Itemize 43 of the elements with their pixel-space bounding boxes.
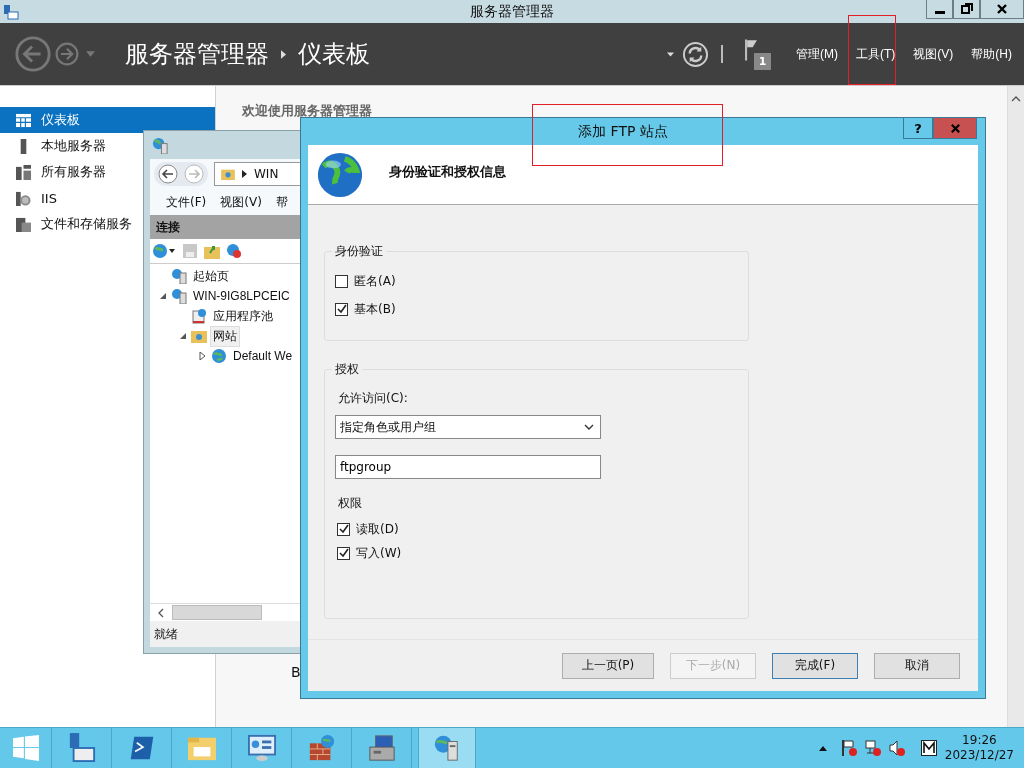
menu-item[interactable]: 工具(T) xyxy=(847,45,905,63)
dialog-button[interactable]: 取消 xyxy=(874,652,960,679)
tree-item[interactable]: 网站 xyxy=(210,325,240,347)
help-button[interactable]: ? xyxy=(903,118,933,139)
sidebar-item[interactable]: 所有服务器 xyxy=(0,159,142,185)
checkbox-label: 写入(W) xyxy=(356,544,402,562)
sidebar-item[interactable]: 本地服务器 xyxy=(0,133,142,159)
checkbox-label: 匿名(A) xyxy=(354,272,396,290)
breadcrumb-root[interactable]: 服务器管理器 xyxy=(125,38,269,70)
text-fragment: B xyxy=(291,664,301,680)
menu-item[interactable]: 文件(F) xyxy=(166,193,207,211)
menu-item[interactable]: 视图(V) xyxy=(220,193,262,211)
sidebar-item[interactable]: IIS xyxy=(0,185,142,211)
breadcrumb-current: 仪表板 xyxy=(298,39,370,70)
menu-item[interactable]: 帮 xyxy=(275,193,288,211)
status-text: 就绪 xyxy=(154,625,178,643)
group-title: 授权 xyxy=(334,361,360,379)
notification-badge: 1 xyxy=(754,53,771,70)
group-title: 身份验证 xyxy=(334,243,384,261)
clock-time: 19:26 xyxy=(962,733,997,748)
sidebar-item[interactable]: 仪表板 xyxy=(0,107,215,133)
field-label: 权限 xyxy=(338,495,363,513)
dropdown[interactable]: 指定角色或用户组 xyxy=(335,415,601,440)
dialog-button[interactable]: 上一页(P) xyxy=(562,652,654,679)
clock-date: 2023/12/27 xyxy=(944,748,1014,763)
menu-item[interactable]: 视图(V) xyxy=(904,45,963,63)
menu-item[interactable]: 帮助(H) xyxy=(962,45,1021,63)
page-heading: 身份验证和授权信息 xyxy=(389,162,506,181)
panel-title: 连接 xyxy=(156,218,180,236)
tree-item[interactable]: Default We xyxy=(230,347,296,365)
welcome-heading: 欢迎使用服务器管理器 xyxy=(242,102,372,120)
tree-item[interactable]: WIN-9IG8LPCEIC xyxy=(190,287,293,305)
menu-item[interactable]: 管理(M) xyxy=(787,45,847,63)
checkbox-label: 基本(B) xyxy=(354,300,396,318)
dialog-title: 添加 FTP 站点 xyxy=(577,122,669,141)
field-label: 允许访问(C): xyxy=(338,390,409,408)
checkbox-label: 读取(D) xyxy=(356,520,399,538)
sidebar-item[interactable]: 文件和存储服务 xyxy=(0,211,142,237)
tree-item[interactable]: 起始页 xyxy=(190,265,232,287)
window-title: 服务器管理器 xyxy=(469,2,555,21)
tree-item[interactable]: 应用程序池 xyxy=(210,305,276,327)
input-field[interactable]: ftpgroup xyxy=(335,455,601,480)
dialog-button[interactable]: 完成(F) xyxy=(772,652,858,679)
